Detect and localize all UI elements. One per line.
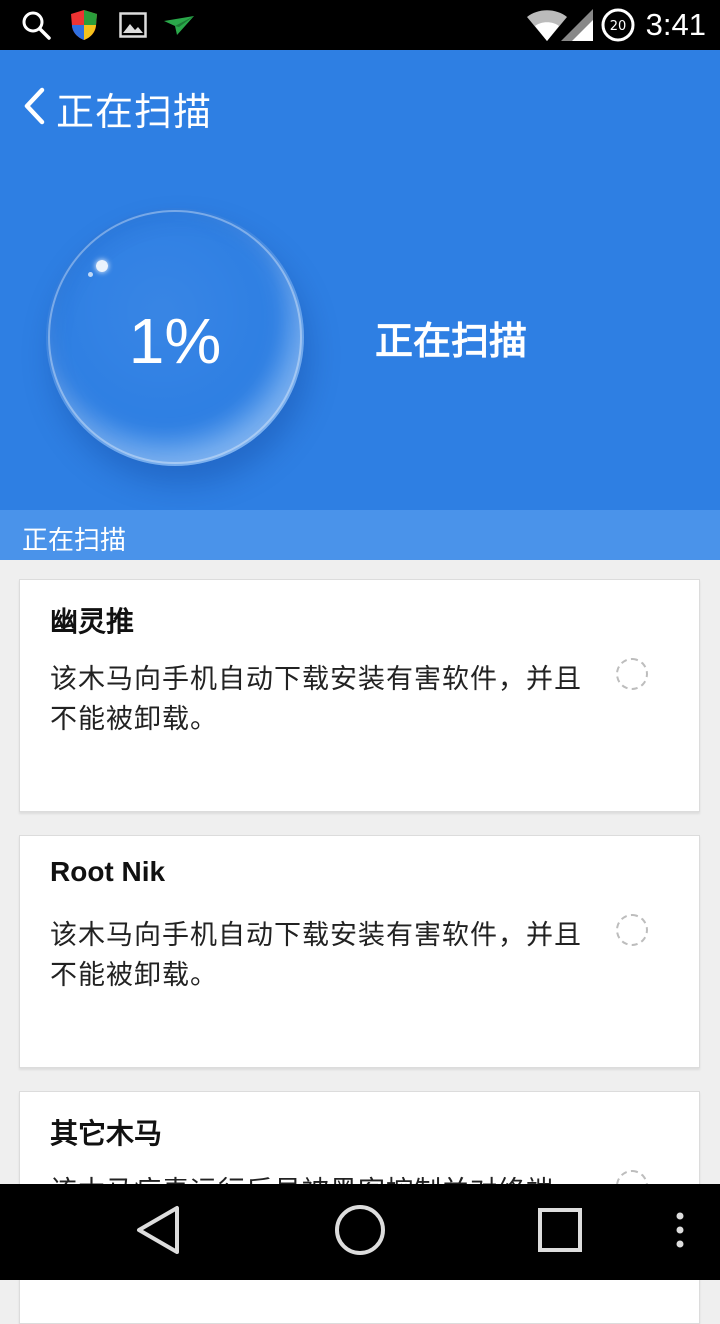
progress-percent: 1% xyxy=(128,305,222,377)
section-bar: 正在扫描 xyxy=(0,510,720,560)
overflow-menu-icon xyxy=(675,1211,685,1253)
bubble-glint xyxy=(96,260,108,272)
plane-icon xyxy=(163,0,195,50)
battery-level-text: 20 xyxy=(610,19,627,34)
home-circle-icon xyxy=(333,1203,387,1261)
section-label: 正在扫描 xyxy=(22,526,127,556)
threat-title: 幽灵推 xyxy=(50,605,135,638)
signal-icon xyxy=(560,0,594,50)
shield-icon xyxy=(70,0,98,50)
navigation-bar xyxy=(0,1184,720,1280)
threat-description: 该木马向手机自动下载安装有害软件，并且不能被卸载。 xyxy=(50,920,582,991)
threat-title: 其它木马 xyxy=(50,1117,163,1150)
recents-square-icon xyxy=(537,1207,583,1257)
loading-spinner-icon xyxy=(616,914,648,946)
threat-title: Root Nik xyxy=(50,856,166,887)
status-time: 3:41 xyxy=(645,7,706,42)
nav-recents-button[interactable] xyxy=(520,1184,600,1280)
bubble-glint-small xyxy=(88,272,93,277)
image-icon xyxy=(119,0,147,50)
loading-spinner-icon xyxy=(616,658,648,690)
scan-header: 正在扫描 1% 正在扫描 xyxy=(0,50,720,510)
back-triangle-icon xyxy=(135,1205,181,1259)
search-icon xyxy=(20,0,52,50)
back-button[interactable]: 正在扫描 xyxy=(22,78,212,138)
scan-status-text: 正在扫描 xyxy=(375,319,528,363)
nav-home-button[interactable] xyxy=(320,1184,400,1280)
overflow-menu-button[interactable] xyxy=(660,1184,700,1280)
battery-icon: 20 xyxy=(600,0,636,50)
threat-card[interactable]: 幽灵推 该木马向手机自动下载安装有害软件，并且不能被卸载。 xyxy=(19,579,700,812)
threat-description: 该木马向手机自动下载安装有害软件，并且不能被卸载。 xyxy=(50,664,582,735)
status-bar: 20 3:41 xyxy=(0,0,720,50)
threat-card[interactable]: Root Nik 该木马向手机自动下载安装有害软件，并且不能被卸载。 xyxy=(19,835,700,1068)
page-title: 正在扫描 xyxy=(56,89,213,134)
chevron-left-icon xyxy=(22,86,46,130)
progress-bubble: 1% xyxy=(46,208,304,466)
nav-back-button[interactable] xyxy=(118,1184,198,1280)
